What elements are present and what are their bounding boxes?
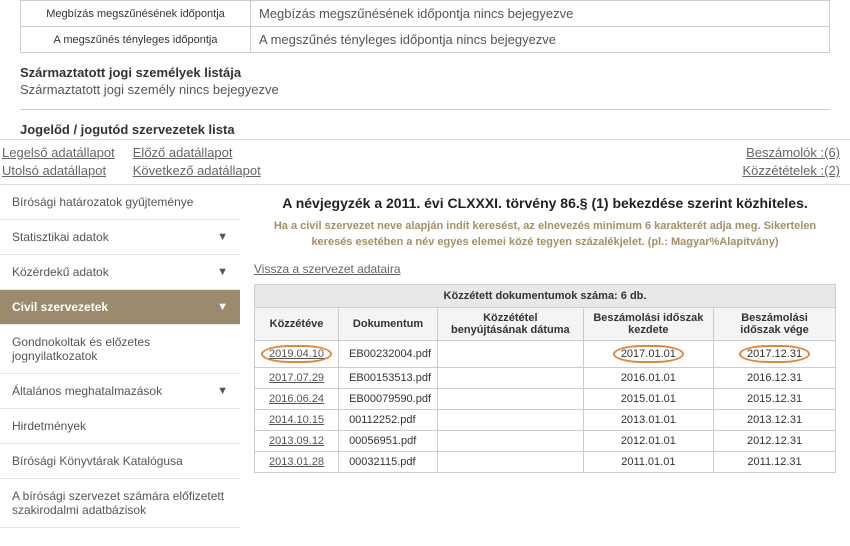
submitted-date <box>438 431 584 452</box>
period-start: 2012.01.01 <box>583 431 714 452</box>
period-end: 2011.12.31 <box>714 452 836 473</box>
table-row: 2016.06.24 EB00079590.pdf 2015.01.012015.1… <box>255 389 836 410</box>
th-period-end: Beszámolási időszak vége <box>714 308 836 341</box>
main-panel: A névjegyzék a 2011. évi CLXXXI. törvény… <box>240 185 850 528</box>
table-row: 2019.04.10 EB00232004.pdf 2017.01.012017.1… <box>255 341 836 368</box>
page-title: A névjegyzék a 2011. évi CLXXXI. törvény… <box>254 195 836 211</box>
th-document: Dokumentum <box>339 308 438 341</box>
period-end: 2016.12.31 <box>714 368 836 389</box>
sidebar-item[interactable]: Civil szervezetek ▼ <box>0 290 240 325</box>
submitted-date <box>438 341 584 368</box>
sidebar-item-label: Gondnokoltak és előzetes jognyilatkozato… <box>12 335 228 363</box>
section-heading-predecessor: Jogelőd / jogutód szervezetek lista <box>20 122 830 137</box>
info-value: Megbízás megszűnésének időpontja nincs b… <box>251 1 830 27</box>
divider <box>20 109 830 110</box>
published-date-link[interactable]: 2019.04.10 <box>261 345 332 363</box>
nav-last[interactable]: Utolsó adatállapot <box>2 162 115 180</box>
sidebar-item[interactable]: Statisztikai adatok ▼ <box>0 220 240 255</box>
period-start: 2013.01.01 <box>583 410 714 431</box>
chevron-down-icon: ▼ <box>217 301 228 313</box>
th-period-start: Beszámolási időszak kezdete <box>583 308 714 341</box>
period-start: 2017.01.01 <box>583 341 714 368</box>
document-name: 00056951.pdf <box>339 431 438 452</box>
document-name: 00112252.pdf <box>339 410 438 431</box>
published-date-link[interactable]: 2017.07.29 <box>269 372 324 384</box>
sidebar-item-label: Közérdekű adatok <box>12 265 109 279</box>
sidebar-item-label: Bírósági Könyvtárak Katalógusa <box>12 454 183 468</box>
th-submitted: Közzététel benyújtásának dátuma <box>438 308 584 341</box>
sidebar-item-label: Statisztikai adatok <box>12 230 109 244</box>
period-start: 2011.01.01 <box>583 452 714 473</box>
document-name: EB00153513.pdf <box>339 368 438 389</box>
sidebar-item[interactable]: A bírósági szervezet számára előfizetett… <box>0 479 240 528</box>
table-caption: Közzétett dokumentumok száma: 6 db. <box>255 285 836 308</box>
nav-next[interactable]: Következő adatállapot <box>133 162 261 180</box>
sidebar-item-label: Civil szervezetek <box>12 300 108 314</box>
period-start: 2016.01.01 <box>583 368 714 389</box>
nav-reports[interactable]: Beszámolók :(6) <box>746 144 840 162</box>
chevron-down-icon: ▼ <box>217 266 228 278</box>
section-heading-derived: Származtatott jogi személyek listája <box>20 65 830 80</box>
table-row: 2013.01.28 00032115.pdf 2011.01.012011.12.… <box>255 452 836 473</box>
section-sub-derived: Származtatott jogi személy nincs bejegye… <box>20 82 830 97</box>
info-table: Megbízás megszűnésének időpontja Megbízá… <box>20 0 830 53</box>
published-date-link[interactable]: 2013.01.28 <box>269 456 324 468</box>
info-label: A megszűnés tényleges időpontja <box>21 27 251 53</box>
nav-first[interactable]: Legelső adatállapot <box>2 144 115 162</box>
sidebar-item-label: Bírósági határozatok gyűjteménye <box>12 195 193 209</box>
sidebar: Bírósági határozatok gyűjteménye▼Statisz… <box>0 185 240 528</box>
document-name: EB00079590.pdf <box>339 389 438 410</box>
documents-table: Közzétett dokumentumok száma: 6 db. Közz… <box>254 284 836 473</box>
submitted-date <box>438 368 584 389</box>
chevron-down-icon: ▼ <box>217 385 228 397</box>
sidebar-item[interactable]: Közérdekű adatok ▼ <box>0 255 240 290</box>
document-name: EB00232004.pdf <box>339 341 438 368</box>
sidebar-item-label: Hirdetmények <box>12 419 86 433</box>
sidebar-item-label: A bírósági szervezet számára előfizetett… <box>12 489 228 517</box>
table-row: 2014.10.15 00112252.pdf 2013.01.012013.12.… <box>255 410 836 431</box>
search-note: Ha a civil szervezet neve alapján indít … <box>254 219 836 250</box>
submitted-date <box>438 389 584 410</box>
sidebar-item[interactable]: Hirdetmények▼ <box>0 409 240 444</box>
chevron-down-icon: ▼ <box>217 231 228 243</box>
sidebar-item-label: Általános meghatalmazások <box>12 384 162 398</box>
table-row: 2013.09.12 00056951.pdf 2012.01.012012.12.… <box>255 431 836 452</box>
table-row: 2017.07.29 EB00153513.pdf 2016.01.012016.1… <box>255 368 836 389</box>
submitted-date <box>438 452 584 473</box>
info-label: Megbízás megszűnésének időpontja <box>21 1 251 27</box>
nav-row: Legelső adatállapot Utolsó adatállapot E… <box>0 139 850 184</box>
sidebar-item[interactable]: Bírósági határozatok gyűjteménye▼ <box>0 185 240 220</box>
info-value: A megszűnés tényleges időpontja nincs be… <box>251 27 830 53</box>
published-date-link[interactable]: 2016.06.24 <box>269 393 324 405</box>
table-row: Megbízás megszűnésének időpontja Megbízá… <box>21 1 830 27</box>
table-header-row: Közzétéve Dokumentum Közzététel benyújtá… <box>255 308 836 341</box>
th-published: Közzétéve <box>255 308 339 341</box>
period-end: 2015.12.31 <box>714 389 836 410</box>
back-link[interactable]: Vissza a szervezet adataira <box>254 262 401 276</box>
nav-publications[interactable]: Közzétételek :(2) <box>742 162 840 180</box>
sidebar-item[interactable]: Bírósági Könyvtárak Katalógusa▼ <box>0 444 240 479</box>
table-row: A megszűnés tényleges időpontja A megszű… <box>21 27 830 53</box>
sidebar-item[interactable]: Általános meghatalmazások ▼ <box>0 374 240 409</box>
period-end: 2017.12.31 <box>714 341 836 368</box>
published-date-link[interactable]: 2014.10.15 <box>269 414 324 426</box>
nav-prev[interactable]: Előző adatállapot <box>133 144 261 162</box>
document-name: 00032115.pdf <box>339 452 438 473</box>
submitted-date <box>438 410 584 431</box>
sidebar-item[interactable]: Gondnokoltak és előzetes jognyilatkozato… <box>0 325 240 374</box>
published-date-link[interactable]: 2013.09.12 <box>269 435 324 447</box>
period-start: 2015.01.01 <box>583 389 714 410</box>
period-end: 2012.12.31 <box>714 431 836 452</box>
period-end: 2013.12.31 <box>714 410 836 431</box>
